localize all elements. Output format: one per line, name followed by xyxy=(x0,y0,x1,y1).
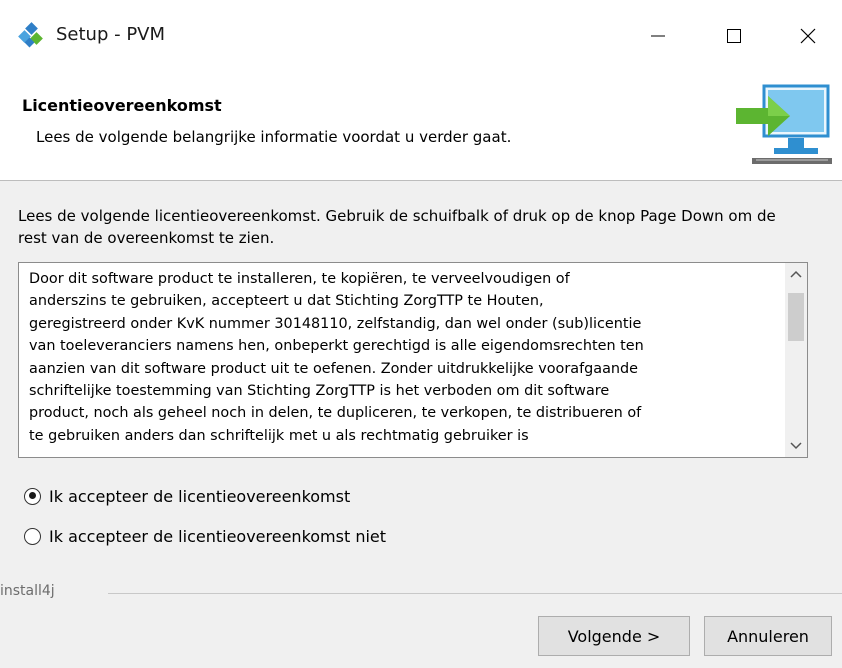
wizard-header: Licentieovereenkomst Lees de volgende be… xyxy=(0,82,842,181)
scroll-up-button[interactable] xyxy=(785,263,807,285)
accept-radio-option[interactable]: Ik accepteer de licentieovereenkomst xyxy=(24,484,350,508)
close-icon xyxy=(800,28,816,44)
decline-radio-label: Ik accepteer de licentieovereenkomst nie… xyxy=(49,526,387,546)
license-textarea[interactable]: Door dit software product te installeren… xyxy=(18,262,808,458)
minimize-button[interactable] xyxy=(630,8,686,64)
page-subtitle: Lees de volgende belangrijke informatie … xyxy=(36,128,512,146)
scroll-down-button[interactable] xyxy=(785,435,807,457)
monitor-arrow-icon xyxy=(736,84,832,164)
accept-radio-label: Ik accepteer de licentieovereenkomst xyxy=(49,486,351,506)
page-title: Licentieovereenkomst xyxy=(22,96,222,115)
chevron-up-icon xyxy=(790,270,802,278)
window-title: Setup - PVM xyxy=(56,24,166,45)
title-bar: Setup - PVM xyxy=(0,0,842,82)
maximize-icon xyxy=(727,29,741,43)
scrollbar-thumb[interactable] xyxy=(788,293,804,341)
close-button[interactable] xyxy=(780,8,836,64)
install4j-branding: install4j xyxy=(0,583,55,599)
cancel-button[interactable]: Annuleren xyxy=(704,616,832,656)
setup-wizard-icon xyxy=(18,22,43,48)
next-button[interactable]: Volgende > xyxy=(538,616,690,656)
accept-radio[interactable] xyxy=(24,487,41,505)
decline-radio[interactable] xyxy=(24,527,41,545)
instruction-text: Lees de volgende licentieovereenkomst. G… xyxy=(18,207,776,247)
maximize-button[interactable] xyxy=(706,8,762,64)
chevron-down-icon xyxy=(790,442,802,450)
license-text: Door dit software product te installeren… xyxy=(29,271,644,444)
decline-radio-option[interactable]: Ik accepteer de licentieovereenkomst nie… xyxy=(24,524,386,548)
minimize-icon xyxy=(651,35,665,37)
footer-divider xyxy=(108,593,842,594)
vertical-scrollbar[interactable] xyxy=(785,263,807,457)
